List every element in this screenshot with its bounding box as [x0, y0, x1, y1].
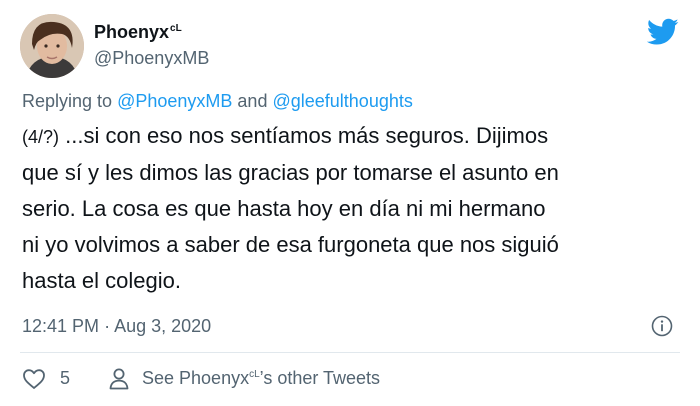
meta-separator: · [104, 316, 111, 336]
see-other-superscript: cL [249, 369, 260, 380]
username-handle[interactable]: @PhoenyxMB [94, 48, 209, 69]
display-name-text: Phoenyx [94, 22, 170, 42]
mention-link[interactable]: @PhoenyxMB [117, 91, 232, 111]
like-count: 5 [60, 368, 71, 388]
mention-link[interactable]: @gleefulthoughts [272, 91, 412, 111]
tweet-line: que sí y les dimos las gracias por tomar… [22, 160, 559, 185]
info-icon[interactable] [650, 314, 674, 338]
see-other-prefix: See Phoenyx [142, 368, 250, 388]
tweet-date: Aug 3, 2020 [114, 316, 212, 336]
replying-joiner: and [237, 91, 268, 111]
twitter-bird-svg [646, 18, 679, 45]
see-other-tweets-label: See PhoenyxcL’s other Tweets [142, 368, 380, 389]
thread-index: (4/?) [22, 127, 60, 147]
see-other-suffix: ’s other Tweets [259, 368, 381, 388]
timestamp[interactable]: 12:41 PM · Aug 3, 2020 [22, 316, 211, 337]
heart-icon [23, 369, 45, 389]
avatar-image [20, 14, 84, 78]
display-name[interactable]: PhoenyxcL [94, 22, 182, 43]
twitter-bird-icon[interactable] [646, 18, 679, 46]
divider [20, 352, 680, 353]
replying-to: Replying to @PhoenyxMB and @gleefulthoug… [22, 91, 413, 112]
person-icon [109, 368, 129, 390]
tweet-line: (4/?) ...si con eso nos sentíamos más se… [22, 118, 690, 155]
replying-prefix: Replying to [22, 91, 113, 111]
tweet-time: 12:41 PM [22, 316, 100, 336]
tweet-line: ni yo volvimos a saber de esa furgoneta … [22, 232, 559, 257]
display-name-superscript: cL [170, 23, 182, 34]
tweet-line: serio. La cosa es que hasta hoy en día n… [22, 196, 546, 221]
tweet-card: PhoenyxcL @PhoenyxMB Replying to @Phoeny… [0, 0, 700, 406]
tweet-text: (4/?) ...si con eso nos sentíamos más se… [22, 118, 690, 299]
action-bar: 5 See PhoenyxcL’s other Tweets [22, 366, 682, 392]
info-icon-svg [651, 315, 673, 337]
tweet-line: hasta el colegio. [22, 268, 181, 293]
avatar[interactable] [20, 14, 84, 78]
tweet-line-text: ...si con eso nos sentíamos más seguros.… [65, 123, 549, 148]
